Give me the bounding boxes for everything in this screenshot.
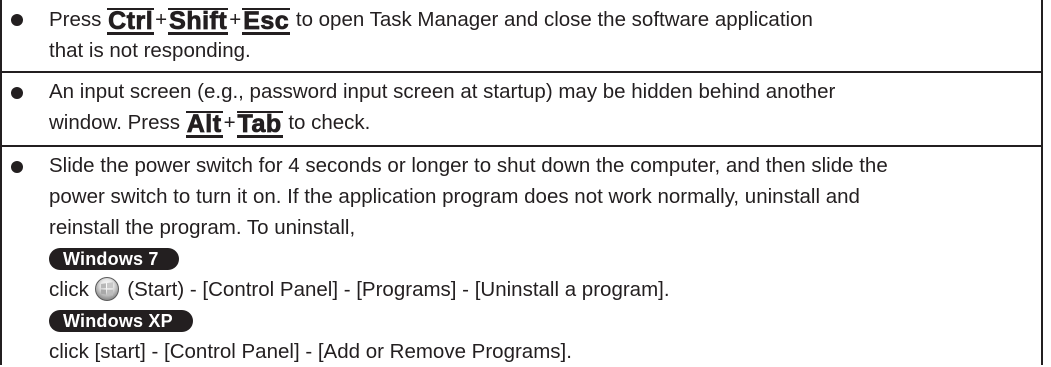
item-text: Slide the power switch for 4 seconds or … [49, 150, 1027, 367]
text-segment: to check. [282, 111, 371, 134]
item-line: click [start] - [Control Panel] - [Add o… [49, 340, 572, 363]
plus-sign: + [223, 111, 236, 134]
list-item: An input screen (e.g., password input sc… [2, 73, 1041, 147]
text-segment: to open Task Manager and close the softw… [290, 8, 813, 31]
item-line: click (Start) - [Control Panel] - [Progr… [49, 274, 1027, 305]
plus-sign: + [229, 8, 242, 31]
item-text: Press Ctrl+Shift+Esc to open Task Manage… [49, 4, 1027, 66]
text-segment: click [49, 278, 95, 301]
os-badge-line: Windows XP [49, 305, 1027, 336]
item-line: window. Press Alt+Tab to check. [49, 107, 1027, 138]
key-ctrl: Ctrl [107, 7, 155, 35]
troubleshooting-panel: Press Ctrl+Shift+Esc to open Task Manage… [0, 0, 1043, 365]
bullet-icon [11, 161, 23, 173]
item-line: Press Ctrl+Shift+Esc to open Task Manage… [49, 4, 1027, 35]
item-line: power switch to turn it on. If the appli… [49, 185, 860, 208]
bullet-icon [11, 14, 23, 26]
windows-start-orb-icon [94, 277, 119, 301]
list-item: Slide the power switch for 4 seconds or … [2, 147, 1041, 365]
os-badge-windows-7: Windows 7 [49, 248, 179, 270]
key-shift: Shift [168, 7, 229, 35]
text-segment: window. Press [49, 111, 186, 134]
os-badge-windows-xp: Windows XP [49, 310, 193, 332]
os-badge-line: Windows 7 [49, 243, 1027, 274]
list-item: Press Ctrl+Shift+Esc to open Task Manage… [2, 0, 1041, 73]
bullet-icon [11, 87, 23, 99]
key-alt: Alt [185, 110, 223, 138]
item-line: Slide the power switch for 4 seconds or … [49, 154, 888, 177]
text-segment: Press [49, 8, 108, 31]
key-tab: Tab [236, 110, 283, 138]
item-line: that is not responding. [49, 39, 251, 62]
item-line: reinstall the program. To uninstall, [49, 216, 356, 239]
text-segment: (Start) - [Control Panel] - [Programs] -… [121, 278, 670, 301]
item-line: An input screen (e.g., password input sc… [49, 80, 836, 103]
plus-sign: + [155, 8, 168, 31]
key-esc: Esc [242, 7, 291, 35]
item-text: An input screen (e.g., password input sc… [49, 76, 1027, 138]
